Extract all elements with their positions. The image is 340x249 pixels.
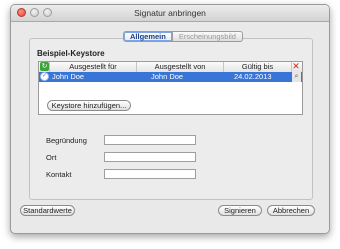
certificate-icon: ✓ xyxy=(40,72,49,81)
tab-appearance[interactable]: Erscheinungsbild xyxy=(172,31,243,42)
location-label: Ort xyxy=(46,153,57,162)
location-field[interactable] xyxy=(104,152,196,162)
cell-valid-until: 24.02.2013 xyxy=(234,72,272,81)
cancel-button[interactable]: Abbrechen xyxy=(267,205,315,216)
tab-bar: Allgemein Erscheinungsbild xyxy=(123,31,243,42)
add-keystore-button[interactable]: Keystore hinzufügen... xyxy=(47,100,131,111)
general-tab-panel: Beispiel-Keystore ↻ Ausgestellt für Ausg… xyxy=(29,38,313,200)
refresh-icon[interactable]: ↻ xyxy=(40,62,49,71)
reason-label: Begründung xyxy=(46,136,87,145)
keystore-section-title: Beispiel-Keystore xyxy=(37,49,105,58)
column-header-issued-to[interactable]: Ausgestellt für xyxy=(50,62,137,72)
sign-button[interactable]: Signieren xyxy=(218,205,262,216)
contact-label: Kontakt xyxy=(46,170,72,179)
column-header-valid-until[interactable]: Gültig bis xyxy=(224,62,292,72)
contact-field[interactable] xyxy=(104,169,196,179)
cell-issued-by: John Doe xyxy=(151,72,184,81)
signature-dialog: Signatur anbringen Beispiel-Keystore ↻ A… xyxy=(10,4,330,234)
column-header-issued-by[interactable]: Ausgestellt von xyxy=(137,62,224,72)
title-bar: Signatur anbringen xyxy=(11,5,329,22)
reason-field[interactable] xyxy=(104,135,196,145)
delete-header-cell[interactable]: ✕ xyxy=(292,62,302,72)
refresh-header-cell[interactable]: ↻ xyxy=(39,62,50,72)
defaults-button[interactable]: Standardwerte xyxy=(20,205,75,216)
tab-general[interactable]: Allgemein xyxy=(123,31,173,42)
search-icon[interactable]: ⌕ xyxy=(292,72,301,82)
window-title: Signatur anbringen xyxy=(134,8,206,18)
cell-issued-to: John Doe xyxy=(52,72,85,81)
delete-icon[interactable]: ✕ xyxy=(292,62,300,71)
table-row[interactable]: ✓ John Doe John Doe 24.02.2013 ⌕ xyxy=(39,72,302,82)
